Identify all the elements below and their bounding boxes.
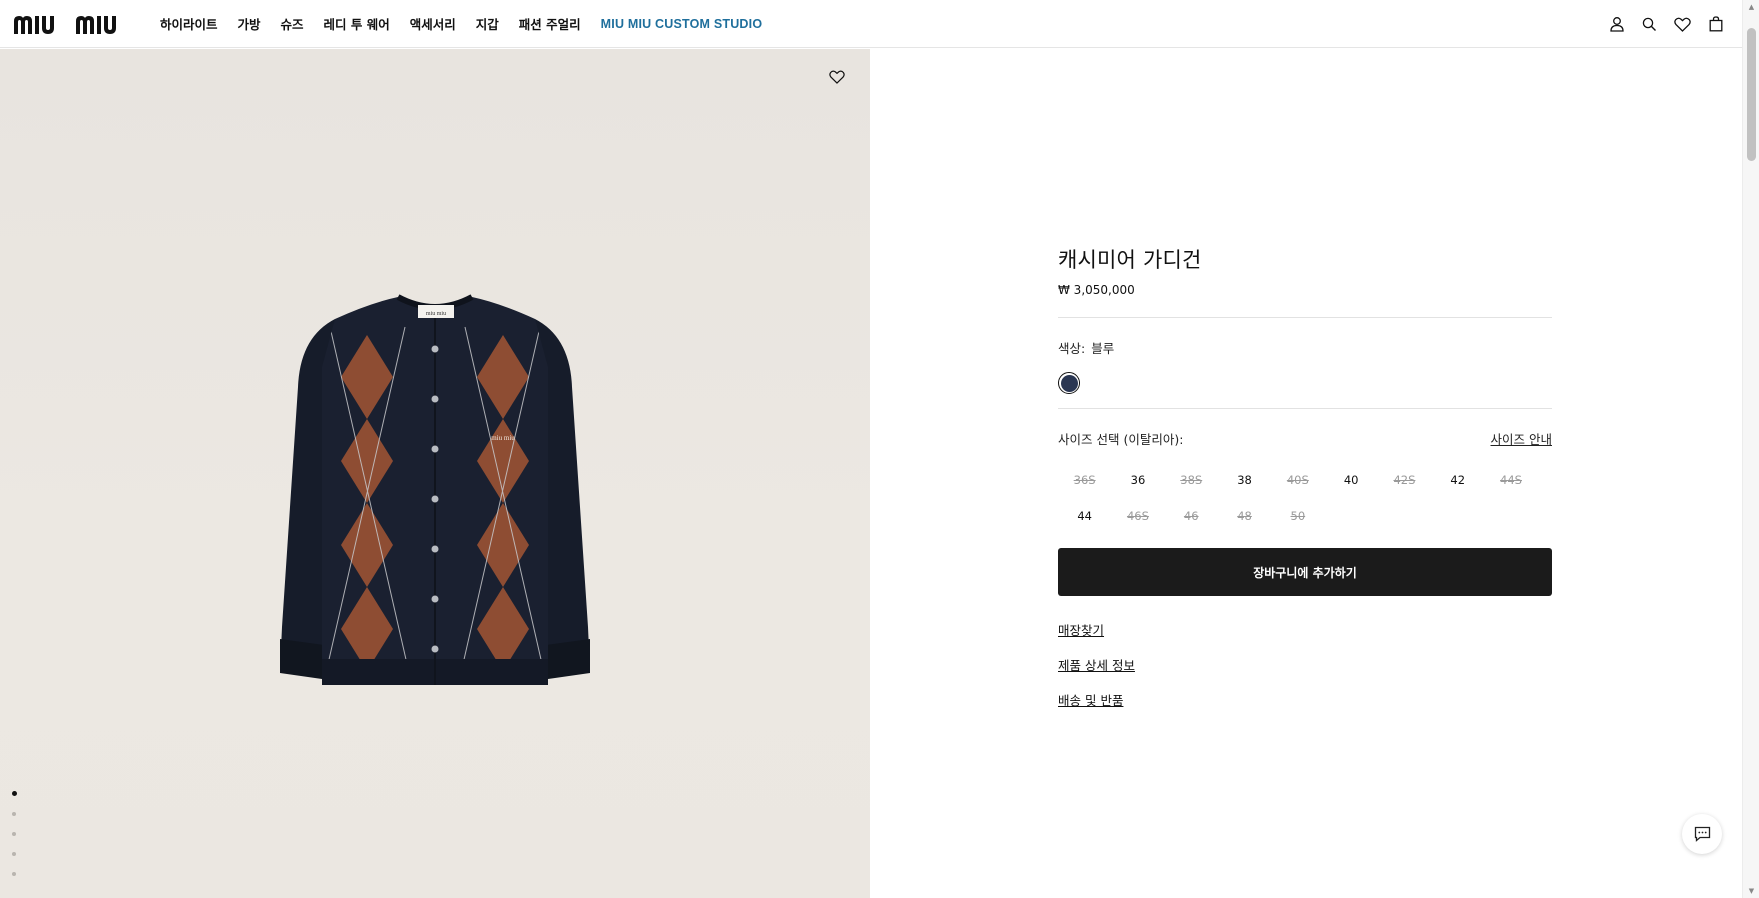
size-option[interactable]: 40 — [1324, 462, 1377, 498]
nav-highlights[interactable]: 하이라이트 — [160, 14, 218, 33]
product-links: 매장찾기 제품 상세 정보 배송 및 반품 — [1058, 620, 1552, 709]
heart-icon[interactable] — [1666, 8, 1699, 41]
size-option[interactable]: 44 — [1058, 498, 1111, 534]
gallery-pagination — [12, 791, 17, 892]
gallery-dot-5[interactable] — [12, 872, 16, 876]
nav-jewelry[interactable]: 패션 주얼리 — [519, 14, 581, 33]
scroll-up-arrow[interactable]: ▲ — [1747, 3, 1756, 11]
miu-miu-logo[interactable] — [14, 13, 138, 35]
size-option[interactable]: 40S — [1271, 462, 1324, 498]
search-icon[interactable] — [1633, 8, 1666, 41]
scroll-down-arrow[interactable]: ▼ — [1747, 887, 1756, 895]
color-row: 색상: 블루 — [1058, 338, 1552, 357]
size-option[interactable]: 46S — [1111, 498, 1164, 534]
product-title: 캐시미어 가디건 — [1058, 248, 1202, 272]
divider — [1058, 408, 1552, 409]
chat-icon — [1694, 826, 1710, 842]
add-to-cart-button[interactable]: 장바구니에 추가하기 — [1058, 548, 1552, 596]
nav-ready-to-wear[interactable]: 레디 투 웨어 — [324, 14, 390, 33]
size-option[interactable]: 44S — [1484, 462, 1537, 498]
color-label: 색상: — [1058, 341, 1086, 356]
gallery-dot-3[interactable] — [12, 832, 16, 836]
size-header: 사이즈 선택 (이탈리아): 사이즈 안내 — [1058, 429, 1552, 448]
size-option[interactable]: 38S — [1165, 462, 1218, 498]
size-selector: 36S 36 38S 38 40S 40 42S 42 44S 44 46S 46 48 50 — [1058, 462, 1552, 534]
logo-wordmark — [14, 15, 116, 34]
nav-bags[interactable]: 가방 — [238, 14, 261, 33]
color-value: 블루 — [1091, 341, 1115, 356]
shopping-bag-icon[interactable] — [1699, 8, 1732, 41]
shipping-returns-link[interactable]: 배송 및 반품 — [1058, 690, 1123, 709]
user-icon[interactable] — [1600, 8, 1633, 41]
size-option[interactable]: 48 — [1218, 498, 1271, 534]
nav-accessories[interactable]: 액세서리 — [410, 14, 456, 33]
gallery-dot-2[interactable] — [12, 812, 16, 816]
garment-embroidery-text: miu miu — [491, 434, 515, 442]
main-nav: 하이라이트 가방 슈즈 레디 투 웨어 액세서리 지갑 패션 주얼리 MIU M… — [160, 0, 782, 48]
product-details-link[interactable]: 제품 상세 정보 — [1058, 655, 1135, 674]
size-option[interactable]: 36 — [1111, 462, 1164, 498]
scrollbar-thumb[interactable] — [1747, 28, 1756, 161]
nav-custom-studio[interactable]: MIU MIU CUSTOM STUDIO — [601, 17, 763, 31]
site-header: 하이라이트 가방 슈즈 레디 투 웨어 액세서리 지갑 패션 주얼리 MIU M… — [0, 0, 1742, 48]
size-option[interactable]: 36S — [1058, 462, 1111, 498]
product-price: ₩ 3,050,000 — [1058, 283, 1135, 297]
header-actions — [1600, 0, 1732, 48]
cardigan-image: miu miu miu miu — [280, 294, 590, 685]
chat-button[interactable] — [1682, 814, 1722, 854]
product-details: 캐시미어 가디건 ₩ 3,050,000 색상: 블루 사이즈 선택 (이탈리아… — [1058, 244, 1552, 725]
wishlist-heart-icon[interactable] — [829, 69, 851, 91]
divider — [1058, 317, 1552, 318]
nav-wallets[interactable]: 지갑 — [476, 14, 499, 33]
size-label: 사이즈 선택 (이탈리아): — [1058, 432, 1184, 447]
store-locator-link[interactable]: 매장찾기 — [1058, 620, 1104, 639]
size-option[interactable]: 38 — [1218, 462, 1271, 498]
size-option[interactable]: 42 — [1431, 462, 1484, 498]
size-option[interactable]: 42S — [1378, 462, 1431, 498]
swatch-fill — [1060, 374, 1078, 392]
page-scrollbar[interactable]: ▲ ▼ — [1742, 0, 1759, 898]
garment-label-text: miu miu — [426, 311, 446, 317]
gallery-dot-1[interactable] — [12, 791, 17, 796]
size-guide-link[interactable]: 사이즈 안내 — [1491, 429, 1552, 448]
nav-shoes[interactable]: 슈즈 — [281, 14, 304, 33]
product-image-gallery[interactable]: miu miu miu miu — [0, 49, 870, 898]
gallery-dot-4[interactable] — [12, 852, 16, 856]
size-option[interactable]: 46 — [1165, 498, 1218, 534]
size-option[interactable]: 50 — [1271, 498, 1324, 534]
color-swatch-blue[interactable] — [1058, 372, 1080, 394]
